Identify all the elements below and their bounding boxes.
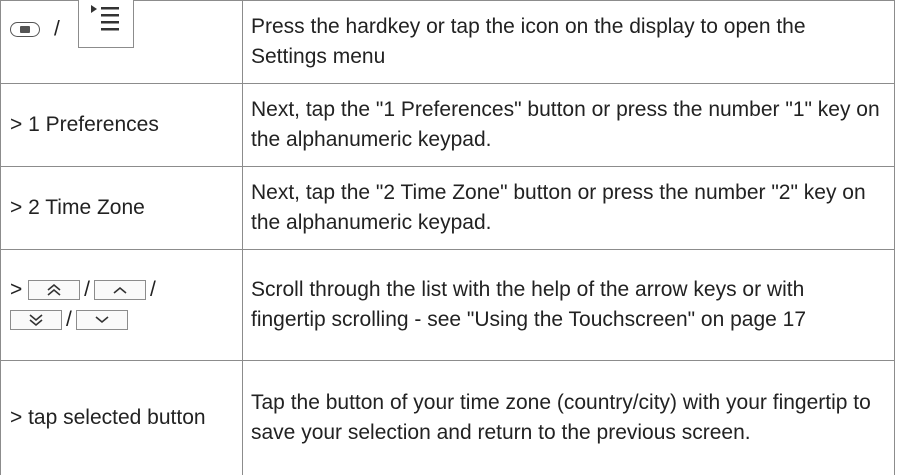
step-description: Press the hardkey or tap the icon on the… xyxy=(243,1,895,84)
step-keys-cell: > 2 Time Zone xyxy=(1,167,243,250)
step-keys-cell: > tap selected button xyxy=(1,361,243,475)
separator: / xyxy=(54,17,60,40)
table-row: > / / / Scroll through the list with the … xyxy=(1,250,895,361)
step-prefix: > xyxy=(10,278,22,301)
step-description: Tap the button of your time zone (countr… xyxy=(243,361,895,475)
double-chevron-up-icon xyxy=(28,280,80,300)
separator: / xyxy=(66,308,72,331)
table-row: > tap selected button Tap the button of … xyxy=(1,361,895,475)
chevron-up-icon xyxy=(94,280,146,300)
step-keys-cell: > / / / xyxy=(1,250,243,361)
instruction-table: / Press the hardkey or tap the icon on t… xyxy=(0,0,895,475)
chevron-down-icon xyxy=(76,310,128,330)
table-row: > 2 Time Zone Next, tap the "2 Time Zone… xyxy=(1,167,895,250)
separator: / xyxy=(84,278,90,301)
step-description: Next, tap the "1 Preferences" button or … xyxy=(243,84,895,167)
step-description: Next, tap the "2 Time Zone" button or pr… xyxy=(243,167,895,250)
step-keys-cell: / xyxy=(1,1,243,84)
settings-menu-icon xyxy=(78,0,134,48)
settings-hardkey-icon xyxy=(10,22,40,37)
table-row: > 1 Preferences Next, tap the "1 Prefere… xyxy=(1,84,895,167)
table-row: / Press the hardkey or tap the icon on t… xyxy=(1,1,895,84)
step-description: Scroll through the list with the help of… xyxy=(243,250,895,361)
step-keys-cell: > 1 Preferences xyxy=(1,84,243,167)
separator: / xyxy=(150,278,156,301)
double-chevron-down-icon xyxy=(10,310,62,330)
